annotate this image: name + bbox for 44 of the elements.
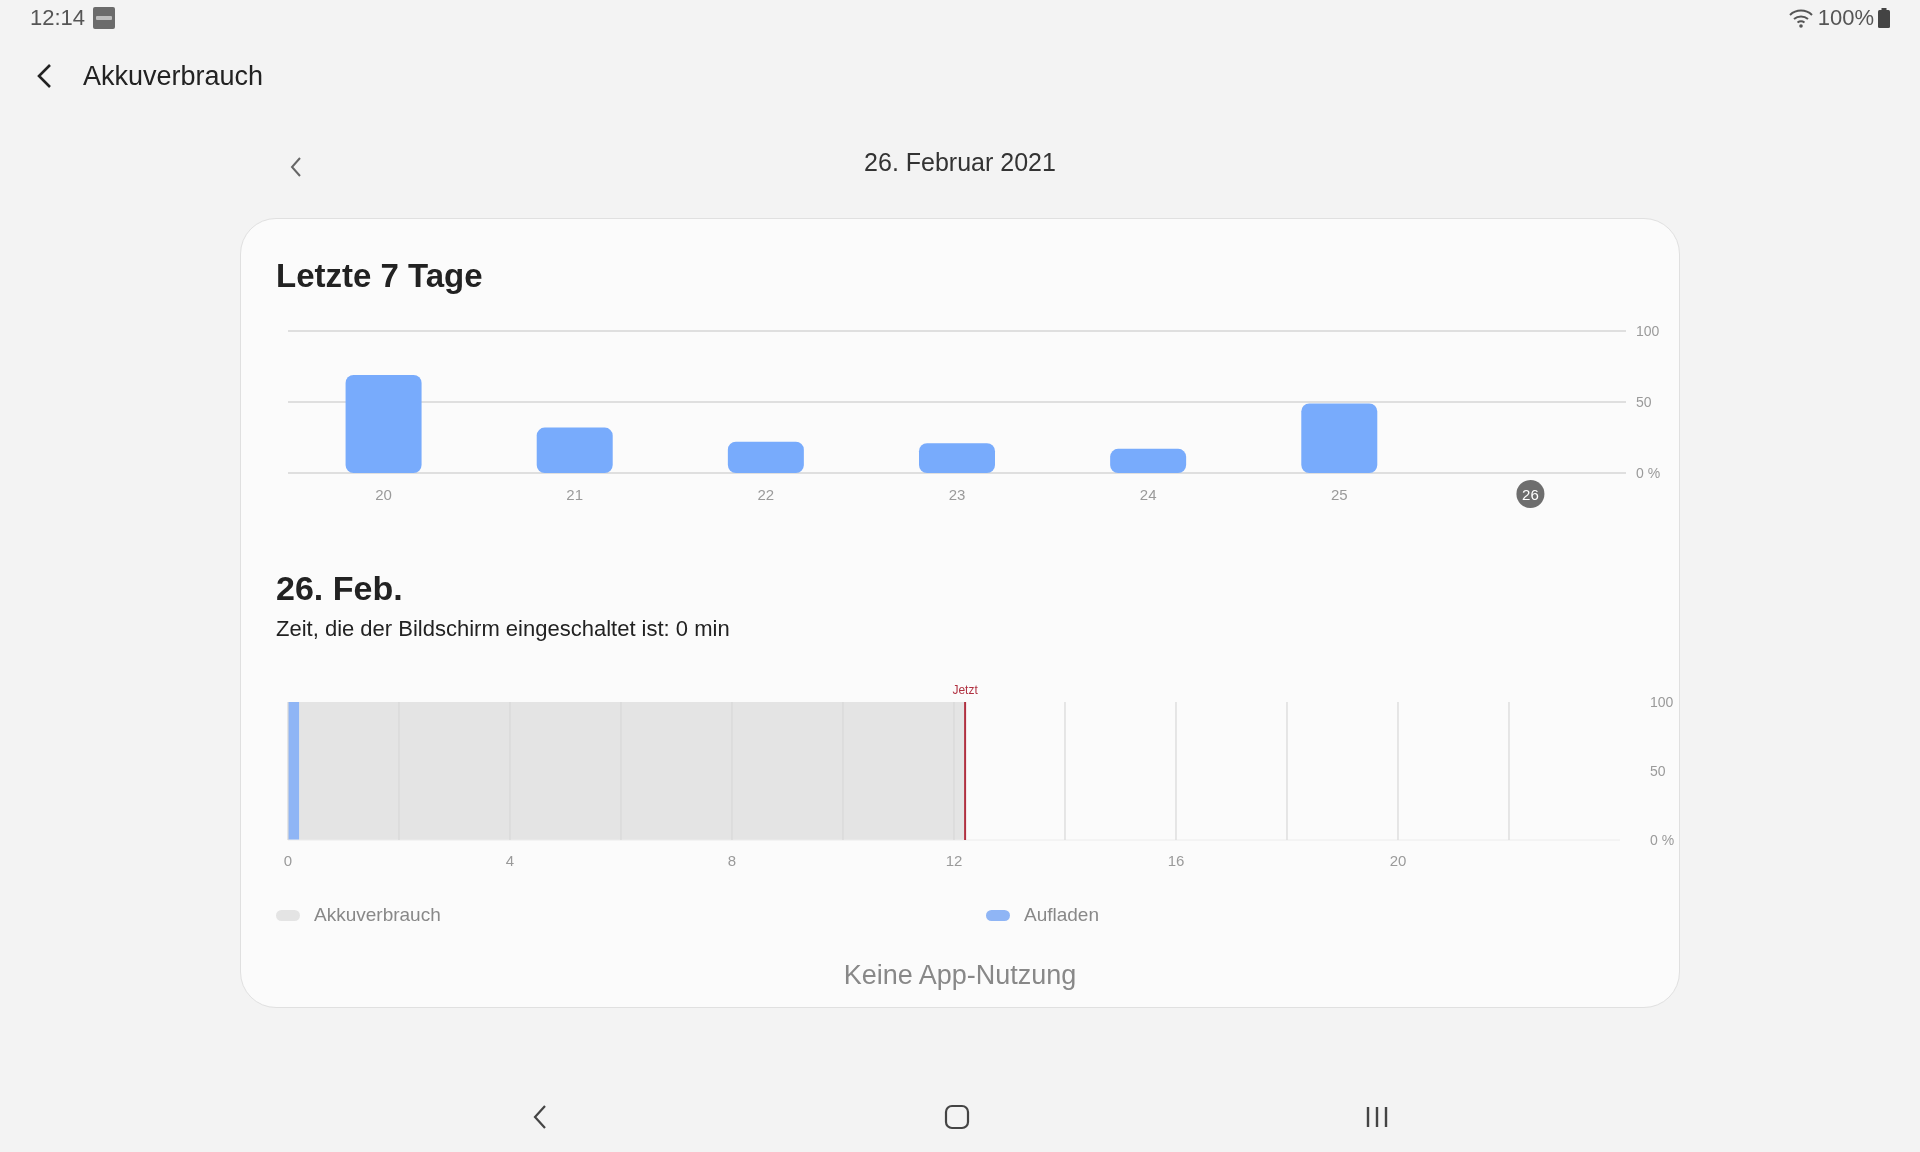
x-axis-label: 4 <box>505 852 515 869</box>
bar[interactable] <box>1110 448 1187 473</box>
x-axis-label[interactable]: 25 <box>1330 486 1348 503</box>
page-title: Akkuverbrauch <box>83 60 264 92</box>
x-axis-label[interactable]: 21 <box>566 486 584 503</box>
section-title: Letzte 7 Tage <box>276 257 484 295</box>
home-nav-icon[interactable] <box>944 1104 970 1130</box>
screen-time-text: Zeit, die der Bildschirm eingeschaltet ist: 0 min <box>276 616 731 642</box>
x-axis-label: 16 <box>1167 852 1185 869</box>
status-time: 12:14 <box>30 5 86 31</box>
y-axis-label: 0 % <box>1650 832 1675 848</box>
x-axis-label: 8 <box>727 852 737 869</box>
battery-percent: 100% <box>1817 5 1874 31</box>
bar[interactable] <box>1301 403 1378 473</box>
y-axis-label: 100 <box>1636 323 1660 339</box>
y-axis-label: 50 <box>1650 763 1666 779</box>
legend-label: Aufladen <box>1024 904 1099 926</box>
x-axis-label[interactable]: 23 <box>948 486 966 503</box>
x-axis-label[interactable]: 26 <box>1522 486 1539 503</box>
x-axis-label[interactable]: 20 <box>375 486 392 503</box>
x-axis-label: 0 <box>283 852 293 869</box>
previous-day-icon[interactable] <box>289 156 303 178</box>
back-nav-icon[interactable] <box>531 1104 549 1130</box>
x-axis-label: 12 <box>945 852 963 869</box>
legend-swatch <box>986 909 1010 921</box>
day-title: 26. Feb. <box>276 569 404 608</box>
bar[interactable] <box>919 443 995 473</box>
x-axis-label[interactable]: 24 <box>1139 486 1157 503</box>
app-notification-icon <box>93 7 116 29</box>
x-axis-label: 20 <box>1389 852 1407 869</box>
wifi-icon <box>1787 7 1814 29</box>
legend-label: Akkuverbrauch <box>314 904 441 926</box>
y-axis-label: 0 % <box>1636 465 1661 481</box>
bar[interactable] <box>727 441 804 473</box>
now-label: Jetzt <box>952 683 978 697</box>
x-axis-label[interactable]: 22 <box>757 486 775 503</box>
recents-nav-icon[interactable] <box>1365 1105 1389 1129</box>
y-axis-label: 50 <box>1636 394 1652 410</box>
y-axis-label: 100 <box>1650 694 1674 710</box>
battery-icon <box>1878 8 1890 28</box>
bar[interactable] <box>345 375 422 473</box>
bar[interactable] <box>536 427 613 473</box>
empty-message: Keine App-Nutzung <box>842 960 1078 991</box>
current-date: 26. Februar 2021 <box>864 148 1056 178</box>
